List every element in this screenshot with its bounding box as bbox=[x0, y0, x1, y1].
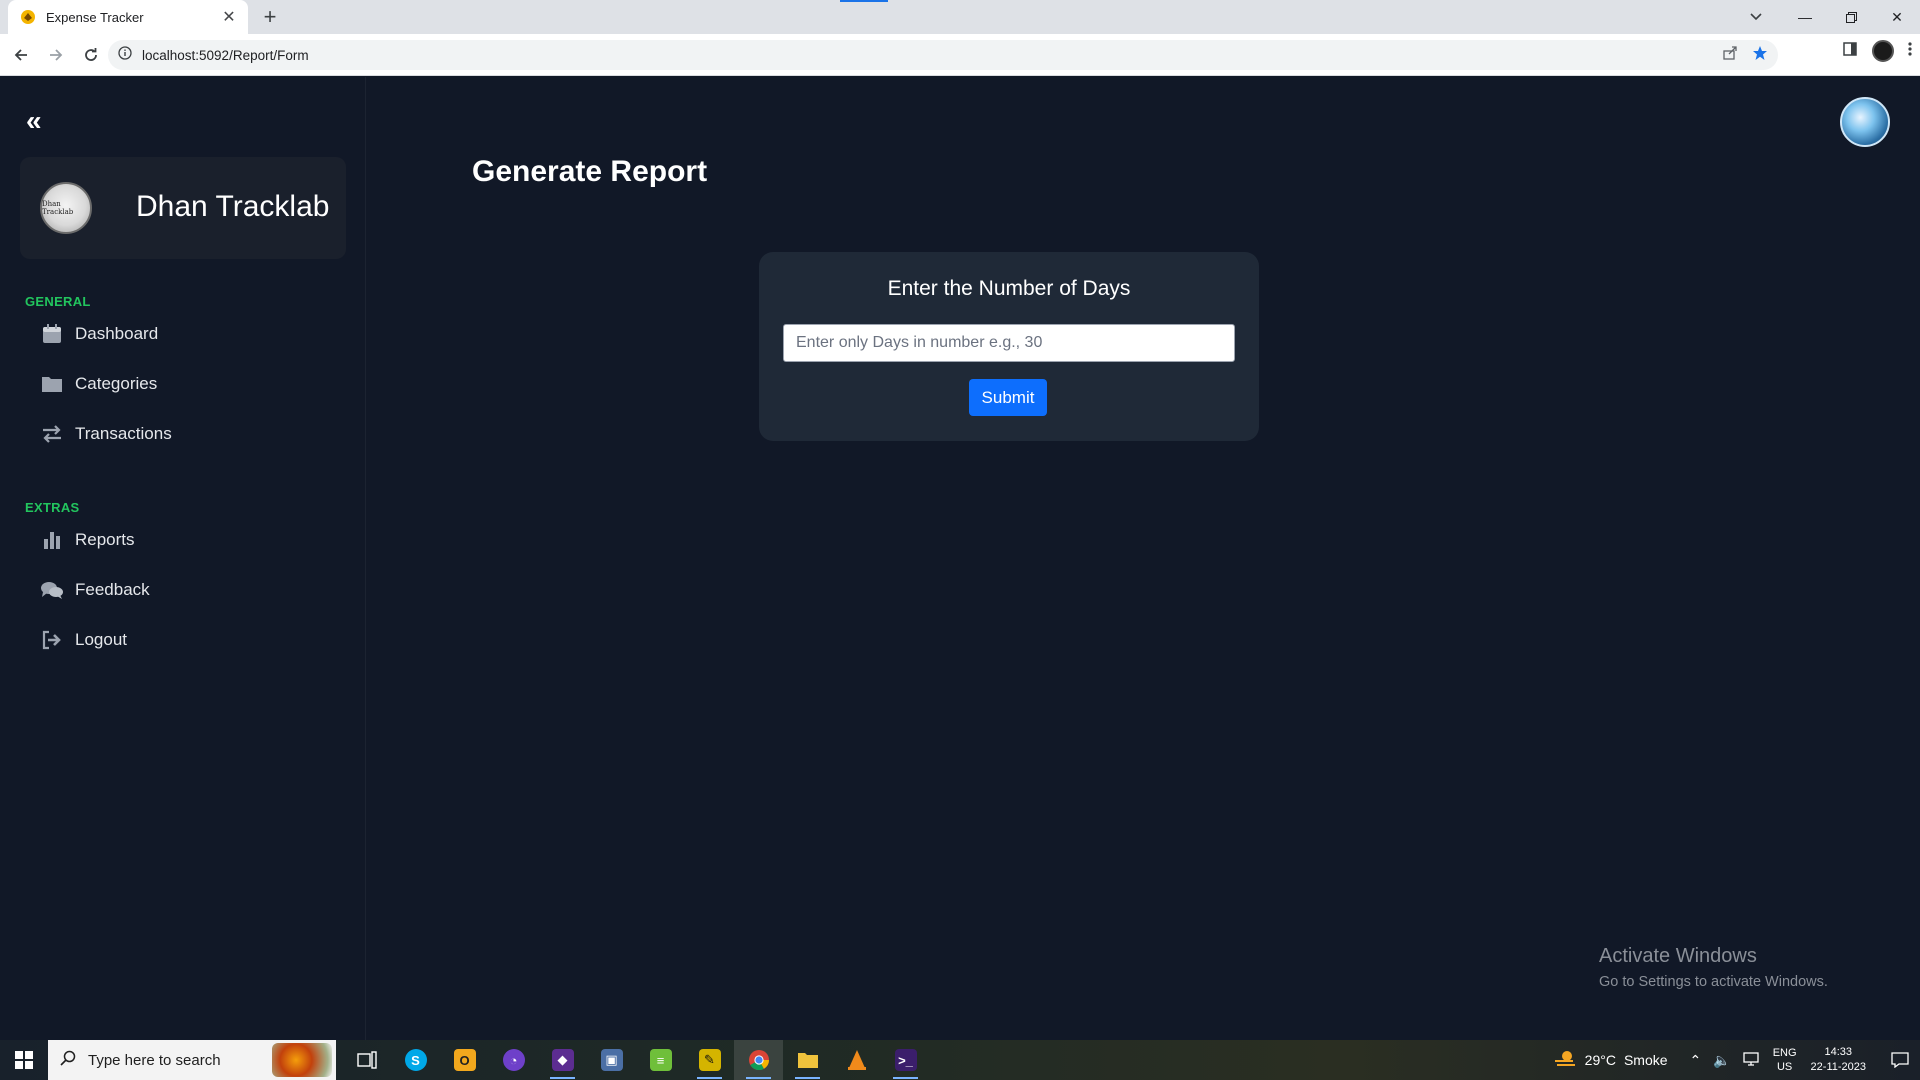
sidebar-item-reports[interactable]: Reports bbox=[40, 525, 135, 555]
sidebar-item-logout[interactable]: Logout bbox=[40, 625, 127, 655]
forward-icon[interactable] bbox=[42, 41, 70, 69]
file-explorer-icon[interactable] bbox=[783, 1040, 832, 1080]
profile-avatar[interactable] bbox=[1872, 40, 1894, 62]
report-form-card: Enter the Number of Days Submit bbox=[759, 252, 1259, 441]
comments-icon bbox=[40, 578, 64, 602]
collapse-sidebar-icon[interactable]: « bbox=[26, 107, 42, 135]
sidebar-item-transactions[interactable]: Transactions bbox=[40, 419, 172, 449]
sign-out-icon bbox=[40, 628, 64, 652]
browser-tabstrip: Expense Tracker ✕ + — ✕ bbox=[0, 0, 1920, 34]
site-info-icon[interactable] bbox=[118, 45, 132, 65]
sidebar-item-label: Transactions bbox=[75, 424, 172, 443]
new-tab-button[interactable]: + bbox=[258, 5, 282, 29]
notepad-icon[interactable]: ≡ bbox=[636, 1040, 685, 1080]
windows-start-icon[interactable] bbox=[0, 1040, 48, 1080]
remote-desktop-icon[interactable]: ▣ bbox=[587, 1040, 636, 1080]
sidebar-item-label: Reports bbox=[75, 530, 135, 549]
sticky-app-icon[interactable]: ✎ bbox=[685, 1040, 734, 1080]
watermark-title: Activate Windows bbox=[1599, 945, 1757, 967]
page-title: Generate Report bbox=[472, 155, 708, 188]
tab-search-button[interactable] bbox=[1742, 6, 1770, 28]
outlook-icon[interactable]: O bbox=[440, 1040, 489, 1080]
chevron-up-icon[interactable]: ⌃ bbox=[1690, 1052, 1702, 1069]
windows-taskbar: Type here to search S O ◔ ◆ ▣ ≡ ✎ >_ 29°… bbox=[0, 1040, 1920, 1080]
back-icon[interactable] bbox=[7, 41, 35, 69]
lang-bottom: US bbox=[1776, 1061, 1793, 1073]
terminal-icon[interactable]: >_ bbox=[881, 1040, 930, 1080]
search-icon bbox=[60, 1050, 76, 1071]
browser-tab[interactable]: Expense Tracker ✕ bbox=[8, 0, 248, 34]
close-tab-icon[interactable]: ✕ bbox=[220, 7, 238, 27]
visual-studio-icon[interactable]: ◆ bbox=[538, 1040, 587, 1080]
address-bar[interactable]: localhost:5092/Report/Form bbox=[108, 40, 1778, 70]
notification-icon[interactable] bbox=[1880, 1040, 1920, 1080]
brand-card: Dhan Tracklab Dhan Tracklab bbox=[20, 157, 346, 259]
form-heading: Enter the Number of Days bbox=[887, 277, 1131, 300]
browser-toolbar: localhost:5092/Report/Form bbox=[0, 34, 1920, 76]
section-label-extras: EXTRAS bbox=[25, 500, 80, 515]
clock-date: 22-11-2023 bbox=[1810, 1061, 1866, 1073]
search-highlight-image bbox=[272, 1043, 332, 1077]
side-panel-icon[interactable] bbox=[1842, 41, 1858, 62]
brand-name: Dhan Tracklab bbox=[136, 190, 330, 223]
system-tray: 29°C Smoke ⌃ 🔈 ENG US 14:33 22-11-2023 bbox=[1553, 1040, 1920, 1080]
taskbar-apps: S O ◔ ◆ ▣ ≡ ✎ >_ bbox=[342, 1040, 930, 1080]
sidebar-item-label: Logout bbox=[75, 630, 127, 649]
kebab-menu-icon[interactable] bbox=[1908, 41, 1912, 62]
github-icon[interactable]: ◔ bbox=[489, 1040, 538, 1080]
exchange-icon bbox=[40, 422, 64, 446]
wallet-favicon-icon bbox=[20, 9, 36, 25]
brand-logo: Dhan Tracklab bbox=[40, 182, 92, 234]
minimize-button[interactable]: — bbox=[1782, 0, 1828, 34]
activate-windows-watermark: Activate Windows Go to Settings to activ… bbox=[1599, 945, 1828, 990]
weather-smoke-icon bbox=[1553, 1049, 1577, 1072]
skype-icon[interactable]: S bbox=[391, 1040, 440, 1080]
tab-title: Expense Tracker bbox=[46, 9, 144, 25]
vlc-icon[interactable] bbox=[832, 1040, 881, 1080]
folder-icon bbox=[40, 372, 64, 396]
volume-icon[interactable]: 🔈 bbox=[1713, 1052, 1730, 1069]
section-label-general: GENERAL bbox=[25, 294, 91, 309]
window-controls: — ✕ bbox=[1782, 0, 1920, 34]
close-window-button[interactable]: ✕ bbox=[1874, 0, 1920, 34]
sidebar-item-dashboard[interactable]: Dashboard bbox=[40, 319, 158, 349]
loading-indicator bbox=[840, 0, 888, 2]
task-view-icon[interactable] bbox=[342, 1040, 391, 1080]
url-text: localhost:5092/Report/Form bbox=[142, 47, 309, 63]
chrome-icon[interactable] bbox=[734, 1040, 783, 1080]
sidebar-item-categories[interactable]: Categories bbox=[40, 369, 157, 399]
sidebar-item-feedback[interactable]: Feedback bbox=[40, 575, 150, 605]
user-avatar[interactable] bbox=[1840, 97, 1890, 147]
weather-condition: Smoke bbox=[1623, 1052, 1668, 1068]
sidebar-item-label: Dashboard bbox=[75, 324, 159, 343]
clock[interactable]: 14:33 22-11-2023 bbox=[1811, 1045, 1866, 1075]
network-icon[interactable] bbox=[1743, 1051, 1759, 1069]
sidebar-item-label: Categories bbox=[75, 374, 158, 393]
bar-chart-icon bbox=[40, 528, 64, 552]
weather-temp: 29°C bbox=[1584, 1052, 1616, 1068]
clock-time: 14:33 bbox=[1824, 1046, 1853, 1058]
main-content: Generate Report Enter the Number of Days… bbox=[367, 77, 1920, 1040]
submit-button[interactable]: Submit bbox=[969, 379, 1047, 416]
logo-text: Dhan Tracklab bbox=[42, 200, 74, 216]
sidebar-item-label: Feedback bbox=[75, 580, 150, 599]
share-icon[interactable] bbox=[1722, 45, 1738, 66]
calendar-icon bbox=[40, 322, 64, 346]
restore-button[interactable] bbox=[1828, 0, 1874, 34]
weather-widget[interactable]: 29°C Smoke bbox=[1553, 1049, 1668, 1072]
watermark-subtitle: Go to Settings to activate Windows. bbox=[1599, 974, 1828, 990]
reload-icon[interactable] bbox=[77, 41, 105, 69]
days-input[interactable] bbox=[783, 324, 1235, 362]
search-placeholder: Type here to search bbox=[88, 1051, 221, 1069]
taskbar-search[interactable]: Type here to search bbox=[48, 1040, 336, 1080]
language-indicator[interactable]: ENG US bbox=[1773, 1046, 1797, 1074]
app-container: « Dhan Tracklab Dhan Tracklab GENERAL Da… bbox=[0, 77, 1920, 1040]
sidebar: « Dhan Tracklab Dhan Tracklab GENERAL Da… bbox=[0, 77, 366, 1040]
lang-top: ENG bbox=[1772, 1047, 1797, 1059]
bookmark-star-icon[interactable] bbox=[1752, 45, 1768, 66]
